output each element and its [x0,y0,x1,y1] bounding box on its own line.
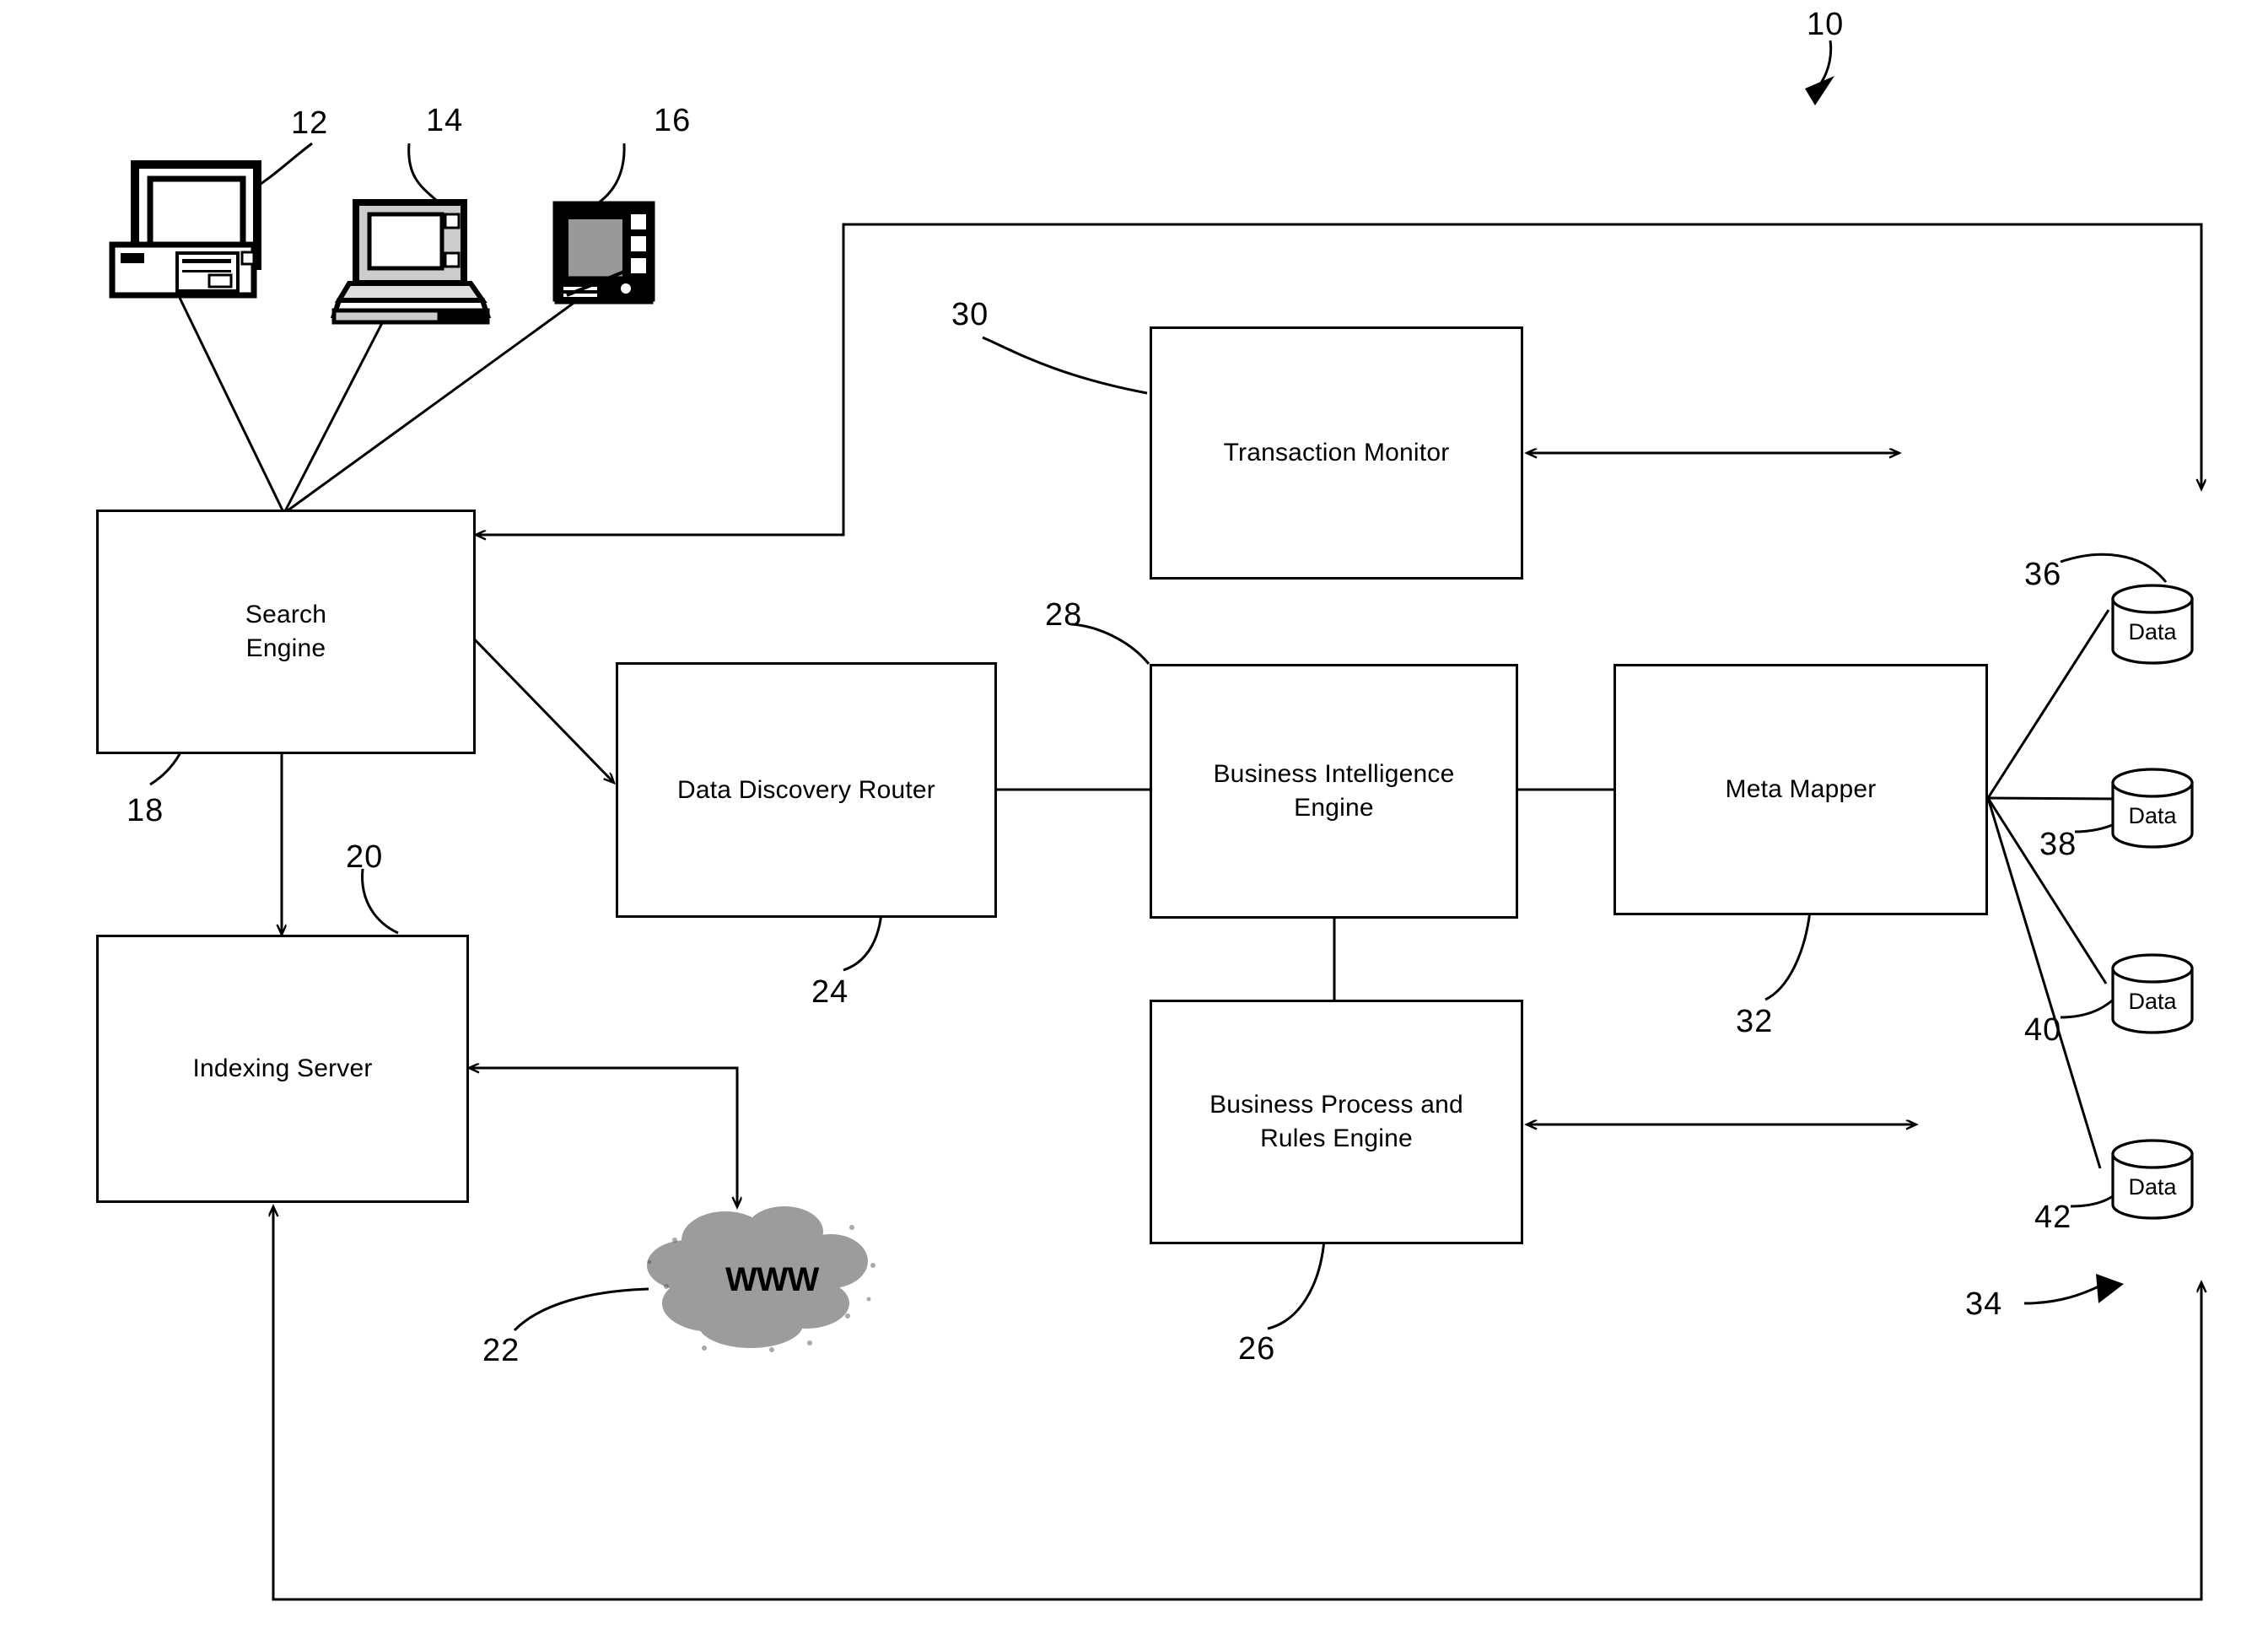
node-business-process-rules-engine-label: Business Process and Rules Engine [1209,1091,1463,1152]
datastore-38-label: Data [2128,803,2177,828]
ref-24: 24 [811,974,849,1010]
node-transaction-monitor-label: Transaction Monitor [1223,439,1450,467]
datastore-cylinders [2111,584,2194,1220]
node-indexing-server[interactable]: Indexing Server [96,935,469,1203]
ref-20: 20 [346,839,384,875]
node-search-engine[interactable]: Search Engine [96,510,476,754]
datastore-42: Data [2109,1137,2196,1232]
datastore-36-label: Data [2128,619,2177,644]
ref-40: 40 [2024,1012,2062,1048]
ref-18: 18 [127,793,164,828]
se-to-ddr-line [464,628,614,783]
node-data-discovery-router-label: Data Discovery Router [677,775,935,804]
ref-28: 28 [1045,597,1083,633]
ref-14: 14 [426,103,464,138]
www-cloud-label: WWW [725,1261,819,1298]
figure-canvas: Search Engine Indexing Server Data Disco… [0,0,2268,1634]
node-indexing-server-label: Indexing Server [192,1054,373,1083]
ref-30: 30 [951,297,989,332]
ref-34: 34 [1965,1286,2003,1322]
node-business-intelligence-engine[interactable]: Business Intelligence Engine [1150,664,1518,919]
datastore-40: Data [2109,952,2196,1046]
laptop-computer-icon [330,199,492,325]
meta-mapper-fanout [1986,609,2118,1169]
ref-16: 16 [654,103,692,138]
device-link-lines [178,294,583,513]
ref-22: 22 [482,1333,520,1368]
node-business-intelligence-engine-label: Business Intelligence Engine [1213,760,1455,822]
group-ref-arrowhead [2096,1274,2124,1303]
ref-38: 38 [2039,827,2077,862]
ref-10: 10 [1807,7,1845,42]
node-search-engine-label: Search Engine [245,601,327,662]
node-meta-mapper-label: Meta Mapper [1725,775,1877,804]
ref-26: 26 [1238,1331,1276,1367]
node-business-process-rules-engine[interactable]: Business Process and Rules Engine [1150,1000,1523,1244]
datastore-38: Data [2109,766,2196,860]
desktop-computer-icon [109,160,261,299]
bottom-return-bus [273,1206,2203,1601]
node-transaction-monitor[interactable]: Transaction Monitor [1150,326,1523,580]
is-to-www-line [469,1066,737,1207]
system-ref-leader [1818,40,1833,85]
datastore-40-label: Data [2128,989,2177,1014]
system-ref-arrowhead [1805,76,1834,105]
pda-handheld-icon [552,201,655,305]
node-data-discovery-router[interactable]: Data Discovery Router [616,662,997,918]
ref-42: 42 [2034,1200,2072,1235]
node-meta-mapper[interactable]: Meta Mapper [1613,664,1988,915]
ref-12: 12 [291,105,329,141]
ref-32: 32 [1736,1004,1774,1039]
datastore-36: Data [2109,582,2196,677]
datastore-42-label: Data [2128,1174,2177,1200]
ref-36: 36 [2024,557,2062,592]
